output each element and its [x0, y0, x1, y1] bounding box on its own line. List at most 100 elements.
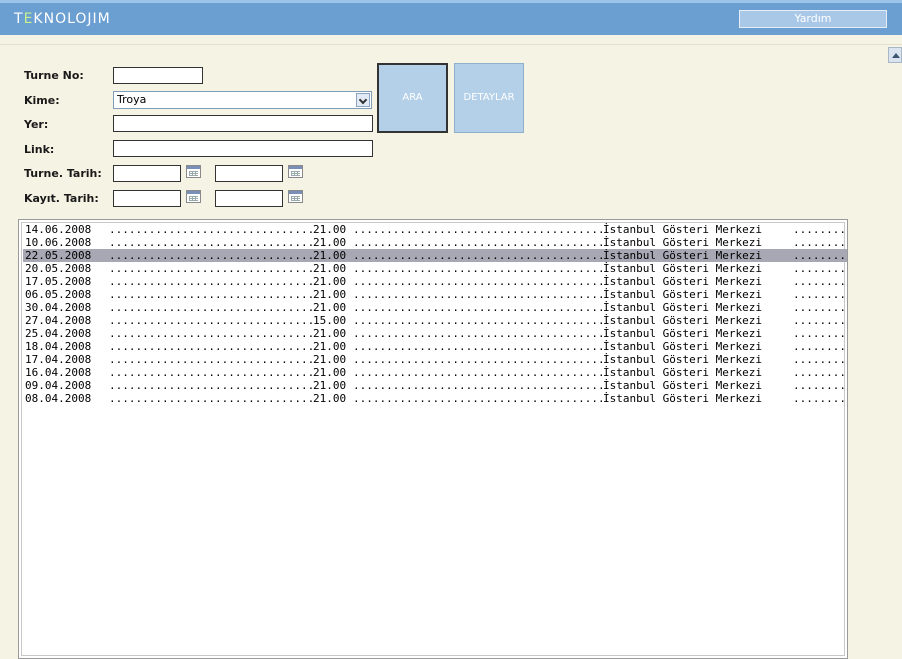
- row-separator: ..........: [793, 379, 847, 392]
- list-item[interactable]: 18.04.2008..............................…: [23, 340, 847, 353]
- row-date: 20.05.2008: [25, 262, 92, 275]
- list-item[interactable]: 17.04.2008..............................…: [23, 353, 847, 366]
- row-separator: ........................................: [353, 249, 603, 262]
- row-separator: ..........: [793, 366, 847, 379]
- kime-label: Kime:: [24, 94, 60, 107]
- row-time: 21.00: [313, 275, 347, 288]
- row-separator: ..........: [793, 314, 847, 327]
- list-item[interactable]: 22.05.2008..............................…: [23, 249, 847, 262]
- row-separator: ..........: [793, 327, 847, 340]
- list-item[interactable]: 09.04.2008..............................…: [23, 379, 847, 392]
- list-item[interactable]: 30.04.2008..............................…: [23, 301, 847, 314]
- logo: TEKNOLOJIM: [14, 11, 111, 27]
- calendar-icon[interactable]: [288, 190, 303, 203]
- row-separator: ..........: [793, 301, 847, 314]
- search-button[interactable]: ARA: [377, 63, 448, 133]
- results-list: 14.06.2008..............................…: [21, 222, 847, 656]
- row-separator: ..........: [793, 223, 847, 236]
- list-item[interactable]: 17.05.2008..............................…: [23, 275, 847, 288]
- turne-no-input[interactable]: [113, 67, 203, 84]
- row-separator: ........................................: [109, 249, 313, 262]
- turne-tarih-label: Turne. Tarih:: [24, 167, 102, 180]
- row-time: 21.00: [313, 327, 347, 340]
- list-item[interactable]: 25.04.2008..............................…: [23, 327, 847, 340]
- row-separator: ..........: [793, 353, 847, 366]
- turne-no-label: Turne No:: [24, 69, 84, 82]
- row-separator: ........................................: [353, 314, 603, 327]
- row-date: 17.04.2008: [25, 353, 92, 366]
- row-separator: ........................................: [109, 223, 313, 236]
- kayit-tarih-label: Kayıt. Tarih:: [24, 192, 99, 205]
- row-separator: ........................................: [353, 262, 603, 275]
- top-bar: TEKNOLOJIM Yardım: [0, 0, 902, 35]
- row-venue: İstanbul Gösteri Merkezi: [603, 366, 762, 379]
- row-venue: İstanbul Gösteri Merkezi: [603, 301, 762, 314]
- list-item[interactable]: 20.05.2008..............................…: [23, 262, 847, 275]
- row-time: 21.00: [313, 392, 347, 405]
- list-item[interactable]: 08.04.2008..............................…: [23, 392, 847, 405]
- row-date: 22.05.2008: [25, 249, 92, 262]
- link-input[interactable]: [113, 140, 373, 157]
- row-venue: İstanbul Gösteri Merkezi: [603, 223, 762, 236]
- list-item[interactable]: 10.06.2008..............................…: [23, 236, 847, 249]
- row-venue: İstanbul Gösteri Merkezi: [603, 340, 762, 353]
- row-separator: ........................................: [353, 288, 603, 301]
- row-separator: ..........: [793, 288, 847, 301]
- row-separator: ........................................: [109, 366, 313, 379]
- scroll-up-arrow-icon[interactable]: [888, 47, 902, 63]
- yer-input[interactable]: [113, 115, 373, 132]
- row-time: 21.00: [313, 223, 347, 236]
- row-time: 21.00: [313, 249, 347, 262]
- row-time: 21.00: [313, 340, 347, 353]
- row-separator: ........................................: [109, 353, 313, 366]
- help-button[interactable]: Yardım: [739, 10, 887, 28]
- row-separator: ........................................: [353, 340, 603, 353]
- row-time: 21.00: [313, 236, 347, 249]
- row-separator: ........................................: [109, 275, 313, 288]
- link-label: Link:: [24, 143, 55, 156]
- list-item[interactable]: 16.04.2008..............................…: [23, 366, 847, 379]
- row-date: 17.05.2008: [25, 275, 92, 288]
- calendar-icon[interactable]: [186, 190, 201, 203]
- kayit-tarih-from-input[interactable]: [113, 190, 181, 207]
- kayit-tarih-to-input[interactable]: [215, 190, 283, 207]
- kime-selected-value: Troya: [117, 93, 147, 106]
- row-separator: ........................................: [353, 223, 603, 236]
- row-separator: ..........: [793, 392, 847, 405]
- row-venue: İstanbul Gösteri Merkezi: [603, 392, 762, 405]
- row-separator: ........................................: [109, 327, 313, 340]
- row-venue: İstanbul Gösteri Merkezi: [603, 314, 762, 327]
- row-venue: İstanbul Gösteri Merkezi: [603, 379, 762, 392]
- turne-tarih-from-input[interactable]: [113, 165, 181, 182]
- row-separator: ..........: [793, 340, 847, 353]
- row-venue: İstanbul Gösteri Merkezi: [603, 353, 762, 366]
- row-venue: İstanbul Gösteri Merkezi: [603, 236, 762, 249]
- kime-select[interactable]: Troya: [113, 91, 372, 109]
- row-separator: ........................................: [109, 314, 313, 327]
- row-separator: ..........: [793, 236, 847, 249]
- calendar-icon[interactable]: [288, 165, 303, 178]
- details-button[interactable]: DETAYLAR: [454, 63, 524, 133]
- list-item[interactable]: 14.06.2008..............................…: [23, 223, 847, 236]
- row-separator: ........................................: [109, 236, 313, 249]
- row-separator: ........................................: [353, 301, 603, 314]
- turne-tarih-to-input[interactable]: [215, 165, 283, 182]
- row-time: 21.00: [313, 379, 347, 392]
- row-separator: ........................................: [353, 379, 603, 392]
- logo-accent: E: [23, 11, 34, 27]
- chevron-down-icon[interactable]: [356, 93, 370, 107]
- row-venue: İstanbul Gösteri Merkezi: [603, 275, 762, 288]
- row-date: 18.04.2008: [25, 340, 92, 353]
- row-separator: ........................................: [353, 366, 603, 379]
- list-item[interactable]: 06.05.2008..............................…: [23, 288, 847, 301]
- row-time: 21.00: [313, 301, 347, 314]
- logo-prefix: T: [14, 11, 24, 27]
- list-item[interactable]: 27.04.2008..............................…: [23, 314, 847, 327]
- row-date: 09.04.2008: [25, 379, 92, 392]
- row-venue: İstanbul Gösteri Merkezi: [603, 288, 762, 301]
- results-listbox[interactable]: 14.06.2008..............................…: [18, 219, 848, 659]
- row-separator: ........................................: [353, 327, 603, 340]
- logo-rest: KNOLOJIM: [33, 11, 111, 27]
- calendar-icon[interactable]: [186, 165, 201, 178]
- row-time: 21.00: [313, 353, 347, 366]
